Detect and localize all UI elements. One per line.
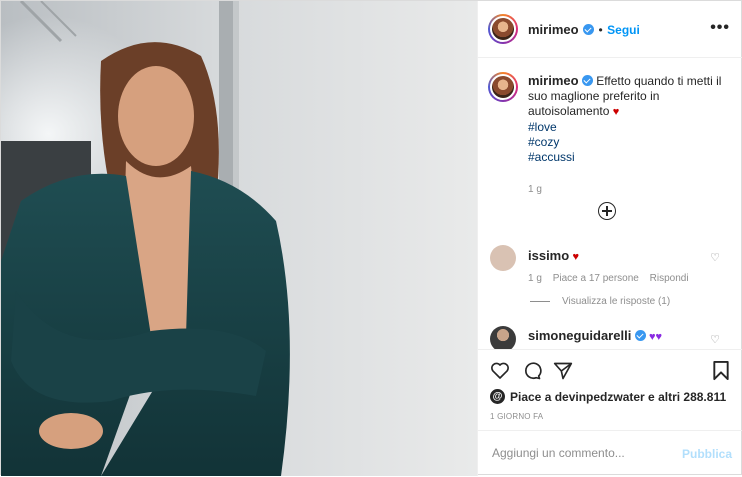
post-photo[interactable] bbox=[1, 1, 477, 476]
post-sidebar: mirimeo • Segui ••• mirimeo Effetto quan… bbox=[477, 1, 742, 476]
verified-badge-icon bbox=[583, 24, 595, 35]
caption-age: 1 g bbox=[528, 184, 542, 195]
commenter-avatar[interactable] bbox=[490, 326, 516, 349]
red-heart-emoji: ♥ bbox=[572, 251, 580, 263]
header-separator: • bbox=[598, 23, 603, 37]
comment-username[interactable]: simoneguidarelli bbox=[528, 328, 631, 343]
replies-divider bbox=[530, 301, 550, 302]
hashtag-accussi[interactable]: #accussi bbox=[528, 150, 575, 164]
caption-block: mirimeo Effetto quando ti metti il suo m… bbox=[528, 73, 728, 197]
hashtag-love[interactable]: #love bbox=[528, 120, 557, 134]
like-comment-heart-icon[interactable]: ♡ bbox=[710, 251, 720, 264]
reply-button[interactable]: Rispondi bbox=[650, 273, 689, 284]
author-username[interactable]: mirimeo bbox=[528, 22, 579, 37]
comment-input[interactable] bbox=[490, 445, 674, 461]
comment-bar: Pubblica bbox=[478, 430, 742, 477]
bookmark-icon[interactable] bbox=[712, 360, 730, 381]
verified-badge-icon bbox=[634, 330, 646, 341]
likes-line: @ Piace a devinpedzwater e altri 288.811 bbox=[490, 389, 726, 404]
instagram-post: mirimeo • Segui ••• mirimeo Effetto quan… bbox=[0, 0, 742, 476]
purple-hearts-emoji: ♥♥ bbox=[649, 331, 663, 343]
add-comment-plus-icon[interactable] bbox=[598, 202, 616, 220]
post-actions bbox=[478, 349, 742, 390]
view-replies-button[interactable]: Visualizza le risposte (1) bbox=[530, 296, 670, 307]
header-user-line: mirimeo • Segui bbox=[528, 21, 640, 39]
post-header: mirimeo • Segui ••• bbox=[478, 1, 742, 58]
comment-1: issimo ♥ 1 g Piace a 17 persone Rispondi bbox=[528, 248, 689, 284]
caption-username[interactable]: mirimeo bbox=[528, 73, 579, 88]
comment-username[interactable]: issimo bbox=[528, 248, 569, 263]
comment-meta: 1 g Piace a 17 persone Rispondi bbox=[528, 273, 689, 284]
author-avatar[interactable] bbox=[488, 14, 518, 44]
share-icon[interactable] bbox=[553, 361, 573, 381]
comment-icon[interactable] bbox=[522, 361, 542, 381]
photo-illustration bbox=[1, 1, 477, 476]
commenter-avatar[interactable] bbox=[490, 245, 516, 271]
comments-panel[interactable]: mirimeo Effetto quando ti metti il suo m… bbox=[478, 58, 742, 349]
threads-icon: @ bbox=[490, 389, 505, 404]
publish-button[interactable]: Pubblica bbox=[682, 447, 732, 461]
likes-text[interactable]: Piace a devinpedzwater e altri 288.811 bbox=[510, 390, 726, 404]
post-date: 1 GIORNO FA bbox=[490, 412, 544, 421]
comment-2: simoneguidarelli ♥♥ bbox=[528, 328, 662, 343]
comment-age: 1 g bbox=[528, 273, 542, 284]
more-options-icon[interactable]: ••• bbox=[710, 19, 730, 37]
heart-icon[interactable] bbox=[490, 361, 510, 380]
follow-button[interactable]: Segui bbox=[607, 23, 640, 37]
verified-badge-icon bbox=[581, 75, 593, 86]
caption-avatar[interactable] bbox=[488, 72, 518, 102]
view-replies-label[interactable]: Visualizza le risposte (1) bbox=[562, 296, 670, 307]
comment-likes[interactable]: Piace a 17 persone bbox=[553, 273, 639, 284]
hashtag-cozy[interactable]: #cozy bbox=[528, 135, 559, 149]
like-comment-heart-icon[interactable]: ♡ bbox=[710, 333, 720, 346]
red-heart-emoji: ♥ bbox=[612, 106, 620, 118]
